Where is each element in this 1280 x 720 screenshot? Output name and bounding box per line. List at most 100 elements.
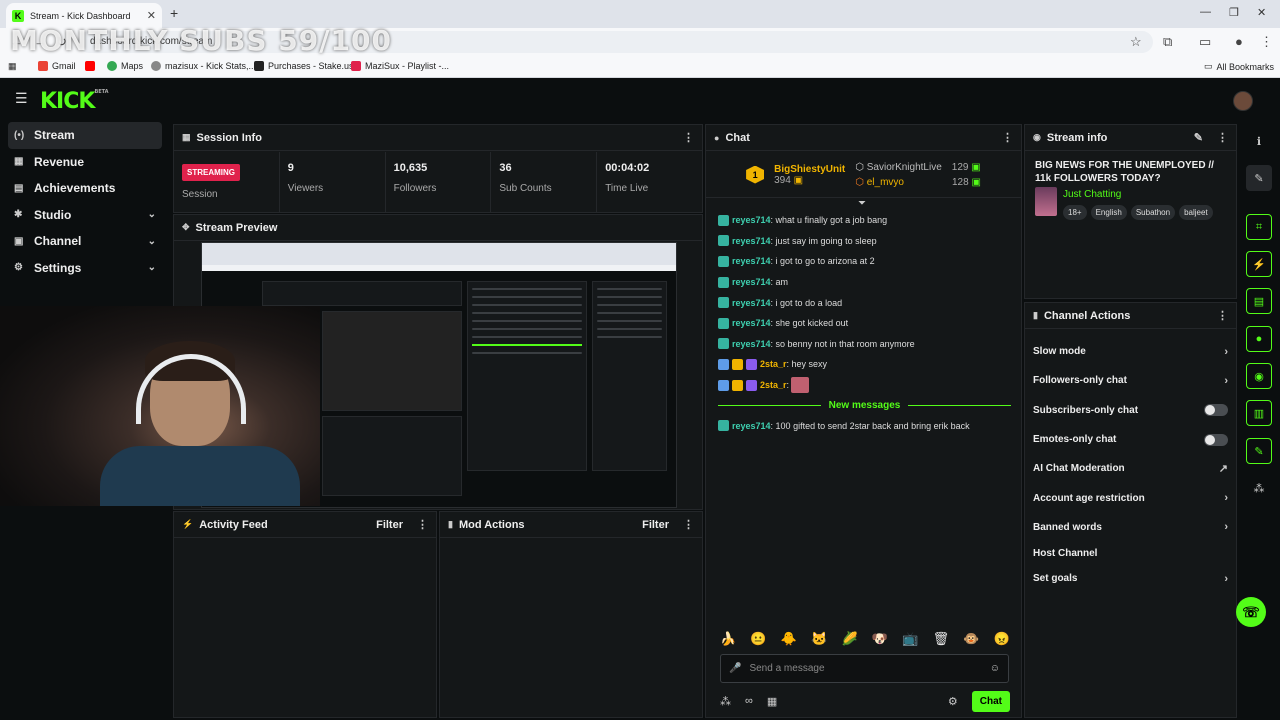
activity-feed-panel: ⚡ Activity Feed Filter ⋮ xyxy=(173,511,437,718)
wrench-icon[interactable]: ✎ xyxy=(1246,438,1272,464)
sidebar-item-achievements[interactable]: ▤ Achievements xyxy=(8,175,162,202)
apps-icon[interactable]: ⁂ xyxy=(1246,475,1272,501)
subscriber-badge-icon xyxy=(718,317,729,329)
kick-points-icon[interactable]: ⁂ xyxy=(720,695,731,708)
chat-footer: ⁂ ∞ ▦ ⚙ Chat xyxy=(720,690,1010,712)
sidebar-item-studio[interactable]: ✱ Studio ⌄ xyxy=(8,202,162,229)
sidebar-item-settings[interactable]: ⚙ Settings ⌄ xyxy=(8,255,162,282)
edit-pencil-icon[interactable]: ✎ xyxy=(1194,131,1203,144)
emote-face-icon[interactable]: 😐 xyxy=(750,631,766,647)
sidebar-item-channel[interactable]: ▣ Channel ⌄ xyxy=(8,228,162,255)
info-icon[interactable]: ℹ xyxy=(1246,128,1272,154)
preview-chat-panel xyxy=(467,281,587,471)
action-ai-moderation[interactable]: AI Chat Moderation ↗ xyxy=(1033,454,1228,483)
edit-pencil-icon[interactable]: ✎ xyxy=(1246,165,1272,191)
emote-dog-icon[interactable]: 🐶 xyxy=(872,631,888,647)
playlist-icon xyxy=(351,61,361,71)
category-name[interactable]: Just Chatting xyxy=(1063,189,1213,200)
kick-logo[interactable]: KICKBETA xyxy=(40,89,109,114)
chat-message-input[interactable]: 🎤 Send a message ☺ xyxy=(720,654,1009,683)
action-set-goals[interactable]: Set goals › xyxy=(1033,564,1228,593)
bookmark-stake[interactable]: Purchases - Stake.us xyxy=(254,61,354,71)
emote-tv-icon[interactable]: 📺 xyxy=(902,631,918,647)
sidebar-item-stream[interactable]: (•) Stream xyxy=(8,122,162,149)
send-chat-button[interactable]: Chat xyxy=(971,690,1010,712)
maximize-icon[interactable]: ❐ xyxy=(1229,6,1239,19)
top-gifter[interactable]: BigShiestyUnit 394 ▣ xyxy=(774,164,845,186)
close-tab-icon[interactable]: ✕ xyxy=(147,9,156,22)
chat-message: reyes714: so benny not in that room anym… xyxy=(718,334,1011,355)
kebab-menu-icon[interactable]: ⋮ xyxy=(1217,131,1228,144)
bookmark-star-icon[interactable]: ☆ xyxy=(1130,34,1142,50)
new-tab-icon[interactable]: + xyxy=(170,5,178,21)
activity-filter-button[interactable]: Filter xyxy=(376,519,403,531)
avatar[interactable] xyxy=(1233,91,1253,111)
emote-cat-icon[interactable]: 🐱 xyxy=(811,631,827,647)
action-banned-words[interactable]: Banned words › xyxy=(1033,513,1228,542)
emoji-picker-icon[interactable]: ☺ xyxy=(990,663,1000,674)
close-window-icon[interactable]: ✕ xyxy=(1257,6,1266,19)
extensions-icon[interactable]: ⧉ xyxy=(1163,34,1172,50)
kebab-menu-icon[interactable]: ⋮ xyxy=(683,131,694,144)
subscribers-only-toggle[interactable] xyxy=(1204,404,1228,417)
kebab-menu-icon[interactable]: ⋮ xyxy=(683,518,694,531)
bookmark-playlist[interactable]: MaziSux - Playlist -... xyxy=(351,61,449,71)
gifter-badge-icon xyxy=(746,379,757,391)
lightning-icon[interactable]: ⚡ xyxy=(1246,251,1272,277)
webcam-overlay xyxy=(0,306,320,506)
chevron-down-icon: ⌄ xyxy=(147,209,156,221)
bookmark-kick-stats[interactable]: mazisux - Kick Stats,... xyxy=(151,61,256,71)
kick-dashboard: ☰ KICKBETA (•) Stream ▦ Revenue ▤ Achieveme… xyxy=(0,80,1280,720)
collapse-gifters-icon[interactable]: ⏷ xyxy=(858,198,866,209)
quick-emotes: 🍌 😐 🐥 🐱 🌽 🐶 📺 🗑 🐵 😠 xyxy=(720,631,1010,647)
apps-grid-icon[interactable]: ▦ xyxy=(8,61,17,72)
chat-bubble-icon[interactable]: ● xyxy=(1246,326,1272,352)
support-headset-icon[interactable]: ☏ xyxy=(1236,597,1266,627)
subscriber-badge-icon xyxy=(718,297,729,309)
action-account-age[interactable]: Account age restriction › xyxy=(1033,483,1228,512)
emote-duck-icon[interactable]: 🐥 xyxy=(781,631,797,647)
clipboard-icon[interactable]: ▤ xyxy=(1246,288,1272,314)
emote-monkey-icon[interactable]: 🐵 xyxy=(963,631,979,647)
session-info-panel: ▦ Session Info ⋮ STREAMING Session 9 Viewers… xyxy=(173,124,703,213)
bookmark-gmail[interactable]: Gmail xyxy=(38,61,76,71)
action-host-channel[interactable]: Host Channel xyxy=(1033,542,1228,564)
bookmark-youtube[interactable] xyxy=(85,61,95,71)
cast-icon[interactable]: ▭ xyxy=(1199,34,1211,50)
minimize-icon[interactable]: — xyxy=(1200,6,1211,18)
preview-browser-chrome xyxy=(202,243,676,265)
microphone-icon[interactable]: 🎤 xyxy=(729,663,741,674)
subscriber-badge-icon xyxy=(718,420,729,432)
infinity-icon[interactable]: ∞ xyxy=(745,695,753,707)
hamburger-menu-icon[interactable]: ☰ xyxy=(15,91,28,105)
emote-banana-icon[interactable]: 🍌 xyxy=(720,631,736,647)
action-followers-only[interactable]: Followers-only chat › xyxy=(1033,366,1228,395)
action-slow-mode[interactable]: Slow mode › xyxy=(1033,337,1228,366)
kebab-menu-icon[interactable]: ⋮ xyxy=(1217,309,1228,322)
emote-corn-icon[interactable]: 🌽 xyxy=(842,631,858,647)
gifter-row[interactable]: ⬡ SaviorKnightLive 129 ▣ xyxy=(855,160,981,175)
all-bookmarks[interactable]: ▭ All Bookmarks xyxy=(1204,61,1274,72)
stream-title: BIG NEWS FOR THE UNEMPLOYED // 11k FOLLO… xyxy=(1035,160,1214,184)
sidebar-item-revenue[interactable]: ▦ Revenue xyxy=(8,149,162,176)
browser-menu-icon[interactable]: ⋮ xyxy=(1260,34,1273,50)
broadcast-icon: ◉ xyxy=(1033,132,1041,142)
chevron-right-icon: › xyxy=(1224,345,1228,358)
capture-icon[interactable]: ⌗ xyxy=(1246,214,1272,240)
kebab-menu-icon[interactable]: ⋮ xyxy=(417,518,428,531)
status-badge: STREAMING xyxy=(182,164,240,181)
layout-icon[interactable]: ▥ xyxy=(1246,400,1272,426)
store-icon[interactable]: ▦ xyxy=(767,695,777,708)
shield-icon: ▮ xyxy=(1033,310,1038,320)
emote-trash-icon[interactable]: 🗑 xyxy=(933,631,950,647)
chat-settings-gear-icon[interactable]: ⚙ xyxy=(948,695,958,708)
gifter-row[interactable]: ⬡ el_mvyo 128 ▣ xyxy=(855,175,981,190)
mod-filter-button[interactable]: Filter xyxy=(642,519,669,531)
bookmark-maps[interactable]: Maps xyxy=(107,61,143,71)
emotes-only-toggle[interactable] xyxy=(1204,433,1228,446)
kebab-menu-icon[interactable]: ⋮ xyxy=(1002,131,1013,144)
broadcast-icon[interactable]: ◉ xyxy=(1246,363,1272,389)
emote-angry-icon[interactable]: 😠 xyxy=(994,631,1010,647)
achievements-icon: ▤ xyxy=(14,182,24,194)
profile-icon[interactable]: ● xyxy=(1235,34,1243,49)
